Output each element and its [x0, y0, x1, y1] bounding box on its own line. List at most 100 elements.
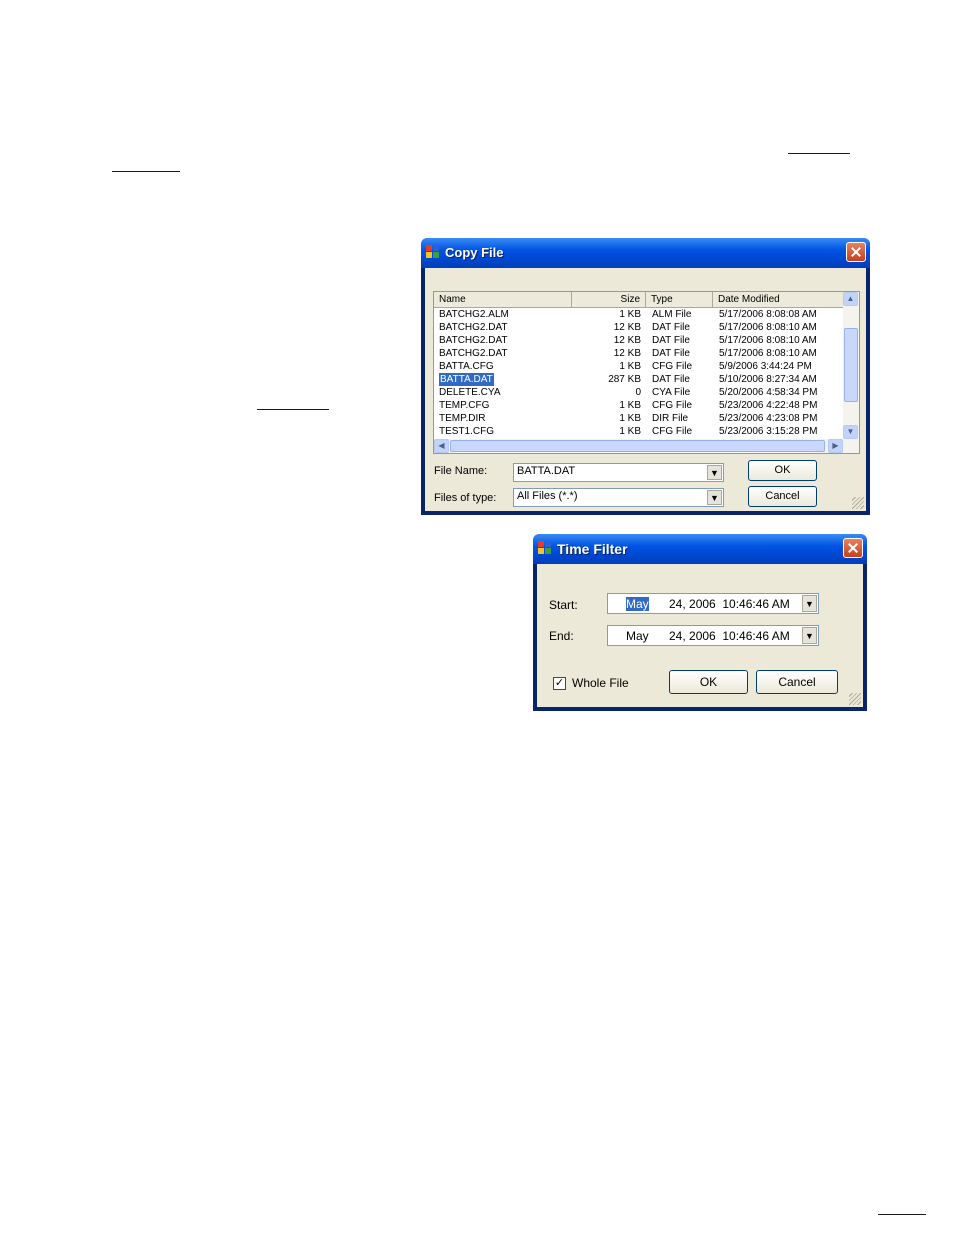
dropdown-arrow-icon[interactable]: ▼	[707, 490, 722, 505]
end-month[interactable]: May	[626, 629, 649, 643]
ok-button[interactable]: OK	[669, 670, 748, 694]
file-type-cell: DAT File	[652, 322, 690, 333]
cancel-button[interactable]: Cancel	[748, 486, 817, 507]
close-icon[interactable]	[846, 242, 866, 262]
file-size-cell: 1 KB	[619, 400, 641, 411]
start-month[interactable]: May	[626, 597, 649, 611]
file-name-cell: TEMP.DIR	[439, 413, 486, 424]
resize-grip-icon[interactable]	[849, 693, 861, 705]
files-of-type-label: Files of type:	[434, 492, 497, 504]
app-icon	[538, 541, 552, 555]
start-label: Start:	[549, 598, 578, 612]
dropdown-arrow-icon[interactable]: ▼	[707, 465, 722, 480]
vertical-scrollbar[interactable]: ▲ ▼	[843, 292, 859, 439]
dropdown-arrow-icon[interactable]: ▼	[802, 627, 817, 644]
file-size-cell: 1 KB	[619, 309, 641, 320]
link-underline[interactable]	[788, 153, 850, 154]
start-datetime-picker[interactable]: May 24, 2006 10:46:46 AM ▼	[607, 593, 819, 614]
dialog-title: Time Filter	[557, 541, 628, 557]
file-size-cell: 12 KB	[613, 335, 641, 346]
file-date-cell: 5/10/2006 8:27:34 AM	[719, 374, 817, 385]
title-bar[interactable]: Copy File	[421, 238, 870, 268]
file-date-cell: 5/17/2006 8:08:10 AM	[719, 335, 817, 346]
horizontal-scrollbar[interactable]: ◀ ▶	[434, 439, 859, 453]
file-name-cell: BATCHG2.DAT	[439, 348, 508, 359]
app-icon	[426, 245, 440, 259]
file-row[interactable]: BATTA.DAT 287 KB DAT File 5/10/2006 8:27:34…	[434, 373, 843, 386]
file-name-cell: TEMP.CFG	[439, 400, 490, 411]
scroll-down-icon[interactable]: ▼	[843, 425, 858, 439]
file-size-cell: 287 KB	[608, 374, 641, 385]
column-header-size[interactable]: Size	[572, 292, 646, 307]
file-row[interactable]: BATCHG2.DAT 12 KB DAT File 5/17/2006 8:08:1…	[434, 321, 843, 334]
file-row[interactable]: BATCHG2.DAT 12 KB DAT File 5/17/2006 8:08:1…	[434, 334, 843, 347]
link-underline[interactable]	[878, 1214, 926, 1215]
whole-file-checkbox[interactable]: ✓	[553, 677, 566, 690]
files-of-type-select[interactable]: All Files (*.*) ▼	[513, 488, 724, 507]
file-name-cell: BATCHG2.DAT	[439, 322, 508, 333]
file-date-cell: 5/17/2006 8:08:10 AM	[719, 348, 817, 359]
cancel-button[interactable]: Cancel	[756, 670, 838, 694]
file-name-cell: TEST1.CFG	[439, 426, 495, 437]
file-list[interactable]: Name Size Type Date Modified BATCHG2.ALM…	[433, 291, 860, 454]
link-underline[interactable]	[112, 171, 180, 172]
file-type-cell: DAT File	[652, 335, 690, 346]
file-size-cell: 1 KB	[619, 413, 641, 424]
column-header-name[interactable]: Name	[434, 292, 572, 307]
ok-button[interactable]: OK	[748, 460, 817, 481]
file-type-cell: CFG File	[652, 400, 692, 411]
file-date-cell: 5/23/2006 4:22:48 PM	[719, 400, 818, 411]
dialog-body: Name Size Type Date Modified BATCHG2.ALM…	[425, 268, 866, 511]
file-date-cell: 5/20/2006 4:58:34 PM	[719, 387, 818, 398]
scroll-thumb[interactable]	[844, 328, 858, 402]
file-name-cell: BATTA.DAT	[439, 373, 494, 386]
file-name-cell: BATCHG2.ALM	[439, 309, 509, 320]
dialog-body: Start: May 24, 2006 10:46:46 AM ▼ End: M…	[537, 564, 863, 707]
dropdown-arrow-icon[interactable]: ▼	[802, 595, 817, 612]
file-row[interactable]: TEMP.DIR 1 KB DIR File 5/23/2006 4:23:08 PM	[434, 412, 843, 425]
whole-file-label[interactable]: Whole File	[572, 676, 629, 690]
start-date-time: 24, 2006 10:46:46 AM	[669, 597, 790, 611]
scroll-left-icon[interactable]: ◀	[434, 439, 449, 453]
end-datetime-picker[interactable]: May 24, 2006 10:46:46 AM ▼	[607, 625, 819, 646]
file-type-cell: CFG File	[652, 361, 692, 372]
file-size-cell: 12 KB	[613, 322, 641, 333]
file-row[interactable]: TEST1.CFG 1 KB CFG File 5/23/2006 3:15:28 P…	[434, 425, 843, 438]
file-size-cell: 1 KB	[619, 361, 641, 372]
file-type-cell: DAT File	[652, 348, 690, 359]
file-size-cell: 1 KB	[619, 426, 641, 437]
file-date-cell: 5/17/2006 8:08:10 AM	[719, 322, 817, 333]
file-name-label: File Name:	[434, 465, 488, 477]
file-row[interactable]: DELETE.CYA 0 CYA File 5/20/2006 4:58:34 PM	[434, 386, 843, 399]
scroll-right-icon[interactable]: ▶	[828, 439, 843, 453]
title-bar[interactable]: Time Filter	[533, 534, 867, 564]
file-name-value: BATTA.DAT	[517, 465, 576, 477]
list-header: Name Size Type Date Modified	[434, 292, 843, 308]
file-type-cell: DIR File	[652, 413, 689, 424]
end-date-time: 24, 2006 10:46:46 AM	[669, 629, 790, 643]
file-row[interactable]: BATCHG2.DAT 12 KB DAT File 5/17/2006 8:08:1…	[434, 347, 843, 360]
file-type-cell: CFG File	[652, 426, 692, 437]
resize-grip-icon[interactable]	[852, 497, 864, 509]
file-name-cell: BATTA.CFG	[439, 361, 494, 372]
column-header-type[interactable]: Type	[646, 292, 713, 307]
file-name-cell: BATCHG2.DAT	[439, 335, 508, 346]
file-size-cell: 12 KB	[613, 348, 641, 359]
time-filter-dialog: Time Filter Start: May 24, 2006 10:46:46…	[533, 534, 867, 711]
file-name-cell: DELETE.CYA	[439, 387, 501, 398]
close-icon[interactable]	[843, 538, 863, 558]
file-date-cell: 5/23/2006 4:23:08 PM	[719, 413, 818, 424]
file-row[interactable]: BATCHG2.ALM 1 KB ALM File 5/17/2006 8:08:08…	[434, 308, 843, 321]
end-label: End:	[549, 629, 574, 643]
link-underline[interactable]	[257, 409, 329, 410]
file-date-cell: 5/23/2006 3:15:28 PM	[719, 426, 818, 437]
column-header-date[interactable]: Date Modified	[713, 292, 843, 307]
file-type-cell: ALM File	[652, 309, 692, 320]
file-size-cell: 0	[635, 387, 641, 398]
file-row[interactable]: BATTA.CFG 1 KB CFG File 5/9/2006 3:44:24 PM	[434, 360, 843, 373]
file-name-input[interactable]: BATTA.DAT ▼	[513, 463, 724, 482]
file-row[interactable]: TEMP.CFG 1 KB CFG File 5/23/2006 4:22:48 PM	[434, 399, 843, 412]
dialog-title: Copy File	[445, 245, 504, 260]
scroll-thumb[interactable]	[450, 440, 825, 452]
scroll-up-icon[interactable]: ▲	[843, 292, 858, 306]
